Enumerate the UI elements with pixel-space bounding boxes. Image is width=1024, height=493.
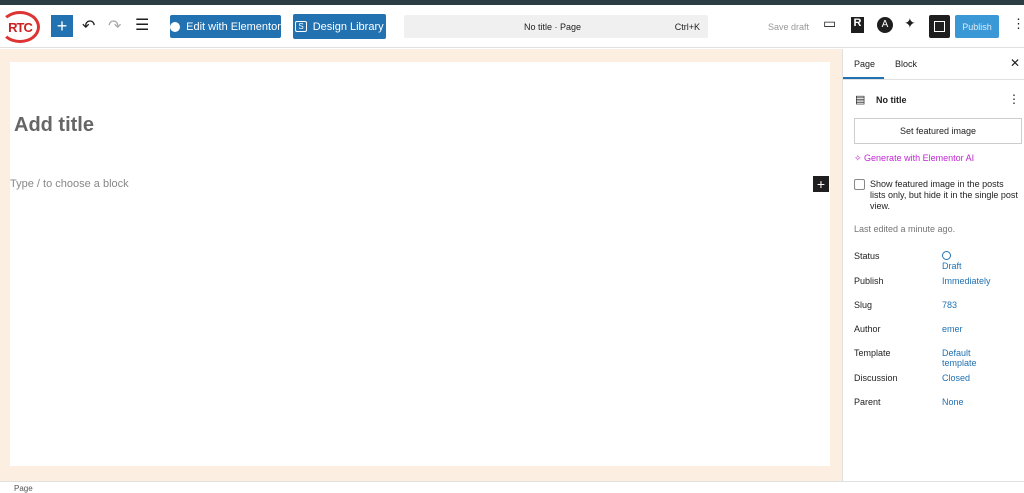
field-author: Author emer (854, 324, 963, 334)
add-block-button[interactable]: + (51, 15, 73, 37)
field-label: Parent (854, 397, 881, 407)
block-appender[interactable]: Type / to choose a block (10, 178, 129, 190)
plugin-r-icon[interactable]: R (851, 17, 864, 33)
field-slug: Slug 783 (854, 300, 957, 310)
slug-value[interactable]: 783 (942, 300, 957, 310)
elementor-icon (170, 21, 181, 32)
edit-elementor-label: Edit with Elementor (186, 20, 281, 33)
command-palette[interactable]: No title · Page Ctrl+K (404, 15, 708, 38)
settings-sidebar: Page Block ✕ ▤ No title ⋮ Set featured i… (842, 49, 1024, 481)
field-label: Publish (854, 276, 884, 286)
design-library-label: Design Library (312, 20, 384, 33)
inline-add-block-button[interactable]: + (813, 176, 829, 192)
field-label: Discussion (854, 373, 898, 383)
field-discussion: Discussion Closed (854, 373, 970, 383)
generate-ai-link[interactable]: ✧ Generate with Elementor AI (854, 153, 974, 164)
field-label: Status (854, 251, 880, 261)
field-status: Status Draft (854, 251, 962, 271)
checkbox-label: Show featured image in the posts lists o… (870, 179, 1018, 211)
author-value[interactable]: emer (942, 324, 963, 334)
ai-sparkle-icon[interactable]: ✦ (904, 15, 916, 32)
design-library-icon: S (295, 21, 307, 32)
discussion-value[interactable]: Closed (942, 373, 970, 383)
field-template: Template Default template (854, 348, 977, 368)
field-label: Slug (854, 300, 873, 310)
options-menu-icon[interactable]: ⋮ (1012, 16, 1024, 32)
close-icon[interactable]: ✕ (1010, 56, 1020, 70)
undo-icon[interactable]: ↶ (82, 16, 95, 36)
field-parent: Parent None (854, 397, 964, 407)
field-label: Author (854, 324, 881, 334)
command-title: No title · Page (524, 22, 582, 32)
astra-icon[interactable]: A (877, 17, 893, 33)
parent-value[interactable]: None (942, 397, 964, 407)
field-value: Draft (942, 261, 962, 271)
design-library-button[interactable]: S Design Library (293, 14, 386, 39)
document-overview-icon[interactable]: ☰ (135, 15, 149, 35)
redo-icon[interactable]: ↷ (108, 16, 121, 36)
draft-circle-icon (942, 251, 951, 260)
ai-sparkle-icon: ✧ (854, 153, 865, 163)
save-draft-button[interactable]: Save draft (768, 22, 809, 32)
page-document-icon: ▤ (855, 94, 866, 106)
title-input[interactable]: Add title (14, 114, 94, 137)
tab-block[interactable]: Block (895, 59, 917, 69)
document-actions-icon[interactable]: ⋮ (1008, 92, 1020, 106)
publish-button[interactable]: Publish (955, 15, 999, 38)
page-content: Add title Type / to choose a block + (10, 62, 830, 466)
document-title: No title (876, 95, 907, 105)
site-logo[interactable]: RTC (0, 11, 40, 43)
footer-breadcrumb-bar: Page (0, 481, 1024, 493)
generate-ai-label: Generate with Elementor AI (864, 153, 975, 163)
set-featured-image-button[interactable]: Set featured image (854, 118, 1022, 144)
featured-image-checkbox[interactable] (854, 179, 865, 190)
status-value[interactable]: Draft (942, 251, 962, 271)
field-publish: Publish Immediately (854, 276, 991, 286)
publish-value[interactable]: Immediately (942, 276, 991, 286)
edit-with-elementor-button[interactable]: Edit with Elementor (170, 15, 281, 38)
preview-laptop-icon[interactable]: ▭ (823, 15, 836, 32)
settings-sidebar-toggle[interactable] (929, 15, 950, 38)
field-label: Template (854, 348, 891, 358)
tab-page[interactable]: Page (854, 59, 875, 69)
divider (843, 79, 1024, 80)
last-edited: Last edited a minute ago. (854, 224, 956, 234)
template-value[interactable]: Default template (942, 348, 977, 368)
command-shortcut: Ctrl+K (674, 22, 700, 32)
editor-canvas: Add title Type / to choose a block + (0, 49, 842, 481)
editor-toolbar: RTC + ↶ ↷ ☰ Edit with Elementor S Design … (0, 5, 1024, 48)
